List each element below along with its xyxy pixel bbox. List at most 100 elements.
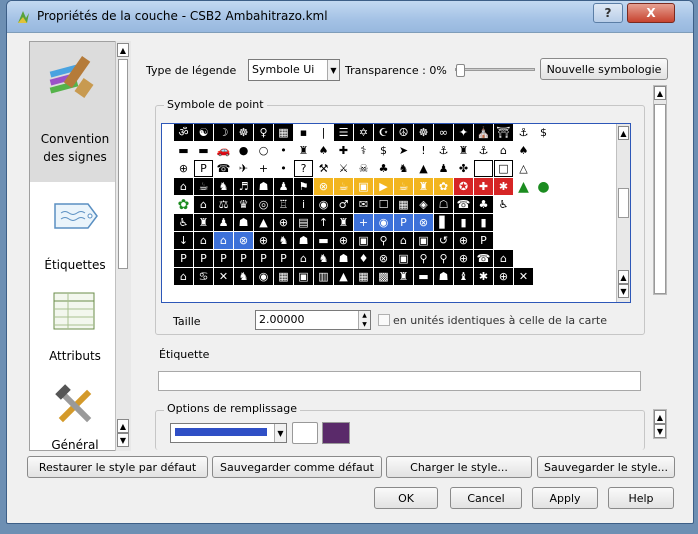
symbol-cell[interactable]: ♣: [474, 196, 493, 213]
sidebar-item-etiquettes[interactable]: Étiquettes: [30, 192, 118, 282]
symbol-cell[interactable]: ⚔: [334, 160, 353, 177]
symbol-cell[interactable]: ✉: [354, 196, 373, 213]
symbol-cell[interactable]: ♿: [174, 214, 193, 231]
symbol-cell[interactable]: ✱: [494, 178, 513, 195]
symbol-cell[interactable]: P: [174, 250, 193, 267]
symbol-cell[interactable]: ☰: [334, 124, 353, 141]
symbol-cell[interactable]: ◉: [254, 268, 273, 285]
symbol-cell[interactable]: ▩: [374, 268, 393, 285]
symbol-cell[interactable]: ⚓: [474, 142, 493, 159]
symbol-cell[interactable]: ▲: [514, 178, 533, 195]
scroll-down-icon[interactable]: ▼: [618, 284, 629, 298]
symbol-cell[interactable]: ↓: [174, 232, 193, 249]
symbol-cell[interactable]: ✚: [474, 178, 493, 195]
symbol-cell[interactable]: ☪: [374, 124, 393, 141]
scroll-down-icon[interactable]: ▼: [117, 433, 129, 447]
ok-button[interactable]: OK: [374, 487, 438, 509]
symbol-cell[interactable]: $: [374, 142, 393, 159]
symbol-cell[interactable]: ✱: [474, 268, 493, 285]
fill-scrollbar[interactable]: ▲ ▼: [653, 409, 667, 439]
sidebar-item-general[interactable]: Général: [30, 382, 118, 450]
symbol-cell[interactable]: ▣: [394, 250, 413, 267]
symbol-cell[interactable]: ▮: [474, 214, 493, 231]
symbol-cell[interactable]: ☮: [394, 124, 413, 141]
symbol-cell[interactable]: ☸: [414, 124, 433, 141]
symbol-cell[interactable]: ♖: [274, 196, 293, 213]
symbol-cell[interactable]: ⊕: [274, 214, 293, 231]
symbol-cell[interactable]: ▥: [314, 268, 333, 285]
symbol-cell[interactable]: ⌂: [174, 178, 193, 195]
symbol-cell[interactable]: ⊗: [414, 214, 433, 231]
symbol-cell[interactable]: ♜: [394, 268, 413, 285]
fill-color-button[interactable]: [292, 422, 318, 444]
slider-handle[interactable]: [456, 64, 465, 77]
symbol-cell[interactable]: ⚒: [314, 160, 333, 177]
symbol-cell[interactable]: ♜: [454, 142, 473, 159]
symbol-cell[interactable]: △: [514, 160, 533, 177]
symbol-cell[interactable]: •: [274, 142, 293, 159]
symbol-cell[interactable]: ☗: [434, 268, 453, 285]
cancel-button[interactable]: Cancel: [450, 487, 522, 509]
border-color-button[interactable]: [322, 422, 350, 444]
symbol-cell[interactable]: ↑: [314, 214, 333, 231]
symbol-cell[interactable]: ♞: [394, 160, 413, 177]
sidebar-item-attributs[interactable]: Attributs: [30, 287, 118, 377]
fill-style-select[interactable]: ▼: [170, 423, 287, 443]
symbol-cell[interactable]: ▬: [194, 142, 213, 159]
symbol-cell[interactable]: ♠: [314, 142, 333, 159]
scroll-thumb[interactable]: [118, 59, 128, 269]
symbol-cell[interactable]: ⚓: [514, 124, 533, 141]
symbol-cell[interactable]: □: [494, 160, 513, 177]
symbol-cell[interactable]: ♞: [274, 232, 293, 249]
symbol-cell[interactable]: ♀: [254, 124, 273, 141]
symbol-cell[interactable]: ✪: [454, 178, 473, 195]
symbol-cell[interactable]: ☕: [194, 178, 213, 195]
symbol-cell[interactable]: ●: [534, 178, 553, 195]
symbol-cell[interactable]: ▬: [414, 268, 433, 285]
symbol-cell[interactable]: ♟: [214, 214, 233, 231]
symbol-cell[interactable]: ☕: [334, 178, 353, 195]
symbol-cell[interactable]: ♟: [274, 178, 293, 195]
scroll-up-icon[interactable]: ▲: [654, 410, 666, 424]
spin-down-icon[interactable]: ▼: [358, 320, 370, 329]
symbol-cell[interactable]: ⊕: [454, 232, 473, 249]
symbol-cell[interactable]: ♣: [374, 160, 393, 177]
symbol-cell[interactable]: ♋: [194, 268, 213, 285]
symbol-cell[interactable]: ✤: [454, 160, 473, 177]
symbol-cell[interactable]: ♟: [434, 160, 453, 177]
symbol-cell[interactable]: ☎: [474, 250, 493, 267]
symbol-cell[interactable]: ☗: [254, 178, 273, 195]
symbol-cell[interactable]: ⌂: [194, 232, 213, 249]
symbol-cell[interactable]: ▪: [294, 124, 313, 141]
map-units-checkbox[interactable]: [378, 314, 390, 326]
symbol-cell[interactable]: ◉: [374, 214, 393, 231]
scroll-thumb[interactable]: [618, 188, 629, 218]
symbol-cell[interactable]: ✡: [354, 124, 373, 141]
symbol-cell[interactable]: ♞: [314, 250, 333, 267]
symbol-cell[interactable]: ✿: [434, 178, 453, 195]
symbol-cell[interactable]: !: [414, 142, 433, 159]
apply-button[interactable]: Apply: [532, 487, 598, 509]
symbol-cell[interactable]: ⊗: [374, 250, 393, 267]
symbol-cell[interactable]: ♜: [334, 214, 353, 231]
symbol-cell[interactable]: ⌂: [194, 196, 213, 213]
title-bar[interactable]: Propriétés de la couche - CSB2 Ambahitra…: [7, 1, 693, 33]
scroll-thumb[interactable]: [654, 104, 666, 294]
symbol-cell[interactable]: ⚖: [214, 196, 233, 213]
symbol-cell[interactable]: ⊗: [314, 178, 333, 195]
close-window-button[interactable]: X: [627, 3, 675, 23]
symbol-cell[interactable]: ▬: [174, 142, 193, 159]
symbol-cell[interactable]: ⚑: [294, 178, 313, 195]
symbol-cell[interactable]: ✦: [454, 124, 473, 141]
symbol-cell[interactable]: |: [314, 124, 333, 141]
symbol-cell[interactable]: ▶: [374, 178, 393, 195]
symbol-cell[interactable]: ⚕: [354, 142, 373, 159]
symbol-cell[interactable]: ▋: [434, 214, 453, 231]
symbol-cell[interactable]: P: [254, 250, 273, 267]
symbol-cell[interactable]: +: [354, 214, 373, 231]
symbol-cell[interactable]: ☎: [454, 196, 473, 213]
symbol-cell[interactable]: ☕: [394, 178, 413, 195]
symbol-cell[interactable]: ☗: [234, 214, 253, 231]
symbol-cell[interactable]: ⌂: [174, 268, 193, 285]
symbol-cell[interactable]: ⚓: [434, 142, 453, 159]
